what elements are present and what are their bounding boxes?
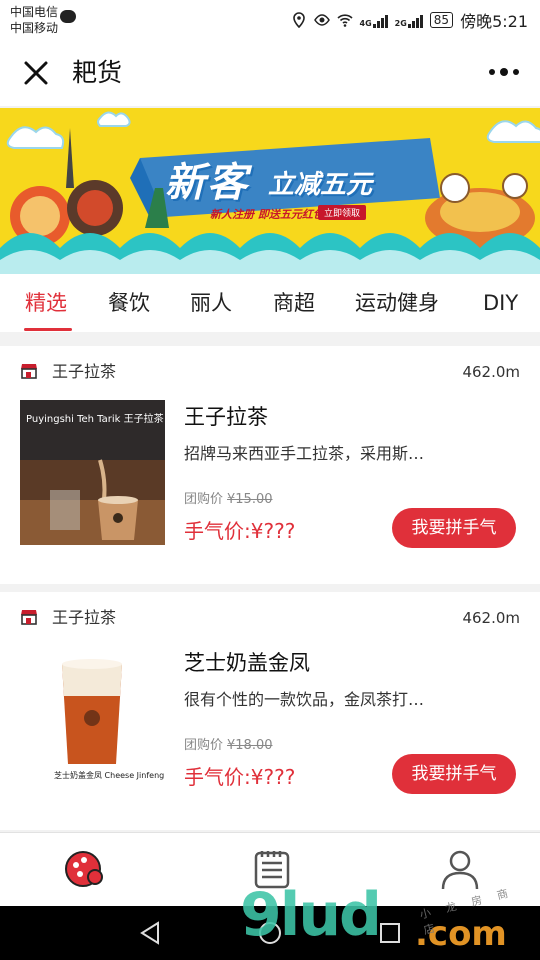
tab-fitness[interactable]: 运动健身 [355, 288, 439, 318]
group-price: ¥15.00 [227, 492, 273, 507]
signal-1-icon: 4G [360, 12, 388, 28]
banner-promo-text: 新人注册 即送五元红包 [210, 208, 324, 221]
lucky-price-label: 手气价: [184, 519, 251, 543]
signal-2-icon: 2G [395, 12, 423, 28]
recents-icon[interactable] [378, 921, 402, 945]
banner-subheadline: 立减五元 [268, 170, 373, 200]
item-name: 王子拉茶 [184, 405, 268, 429]
shop-row: 王子拉茶 462.0m [20, 606, 520, 630]
item-description: 很有个性的一款饮品，金凤茶打… [184, 690, 425, 709]
back-icon[interactable] [138, 921, 162, 945]
shop-name: 王子拉茶 [52, 608, 117, 627]
item-name: 芝士奶盖金凤 [184, 651, 310, 675]
page-title: 耙货 [72, 58, 123, 87]
network-2-label: 2G [394, 19, 407, 28]
group-price: ¥18.00 [227, 738, 273, 753]
tab-selected[interactable]: 精选 [25, 288, 67, 318]
more-icon[interactable] [488, 66, 520, 78]
lucky-price: ¥??? [250, 765, 296, 789]
item-description: 招牌马来西亚手工拉茶，采用斯… [184, 444, 425, 463]
tab-beauty[interactable]: 丽人 [190, 288, 232, 318]
tab-active-indicator [24, 328, 72, 331]
cheese-tea-image: 芝士奶盖金凤 Cheese Jinfeng Tea [20, 646, 165, 791]
group-price-label: 团购价 [184, 738, 224, 753]
status-bar: 中国电信 中国移动 4G 2G 85 傍晚5:21 [0, 0, 540, 40]
carrier-1: 中国电信 [10, 5, 59, 19]
banner-cta[interactable]: 立即领取 [318, 205, 367, 220]
status-icons: 4G 2G 85 傍晚5:21 [291, 8, 528, 32]
lucky-price-label: 手气价: [184, 765, 251, 789]
teh-tarik-image: Puyingshi Teh Tarik 王子拉茶 [20, 400, 165, 545]
shop-name: 王子拉茶 [52, 362, 117, 381]
category-tabs: 精选 餐饮 丽人 商超 运动健身 DIY [0, 274, 540, 332]
group-price-row: 团购价 ¥15.00 [184, 490, 273, 510]
tab-supermarket[interactable]: 商超 [273, 288, 315, 318]
lucky-price-row: 手气价:¥??? [184, 516, 295, 546]
promo-banner[interactable]: 新客 立减五元 新人注册 即送五元红包 立即领取 [0, 108, 540, 274]
clock: 傍晚5:21 [460, 12, 528, 31]
image-caption: Puyingshi Teh Tarik 王子拉茶 [26, 412, 164, 425]
group-price-row: 团购价 ¥18.00 [184, 736, 273, 756]
shop-icon [21, 610, 37, 625]
message-icon [60, 10, 76, 23]
profile-icon[interactable] [438, 847, 482, 891]
home-icon[interactable] [62, 847, 106, 891]
product-image[interactable]: 芝士奶盖金凤 Cheese Jinfeng Tea [20, 646, 165, 791]
deal-card[interactable]: 王子拉茶 462.0m Puyingshi Teh Tarik 王子拉茶 王子拉… [0, 346, 540, 584]
product-image[interactable]: Puyingshi Teh Tarik 王子拉茶 [20, 400, 165, 545]
carrier-labels: 中国电信 中国移动 [10, 4, 58, 36]
tab-diy[interactable]: DIY [483, 288, 518, 318]
shop-row: 王子拉茶 462.0m [20, 360, 520, 384]
deal-card[interactable]: 王子拉茶 462.0m 芝士奶盖金凤 Cheese Jinfeng Tea 芝士… [0, 592, 540, 830]
lucky-price-row: 手气价:¥??? [184, 762, 295, 792]
eye-icon [313, 14, 330, 26]
image-caption: 芝士奶盖金凤 Cheese Jinfeng Tea [54, 770, 165, 780]
group-price-label: 团购价 [184, 492, 224, 507]
distance: 462.0m [462, 363, 520, 381]
tab-dining[interactable]: 餐饮 [108, 288, 150, 318]
wifi-icon [336, 14, 353, 27]
distance: 462.0m [462, 609, 520, 627]
watermark-logo: 9lud [240, 880, 382, 950]
lucky-price: ¥??? [250, 519, 296, 543]
try-luck-button[interactable]: 我要拼手气 [392, 508, 516, 548]
title-bar: 耙货 [0, 40, 540, 106]
close-icon[interactable] [22, 59, 50, 87]
network-1-label: 4G [359, 19, 372, 28]
try-luck-button[interactable]: 我要拼手气 [392, 754, 516, 794]
battery-icon: 85 [429, 12, 454, 28]
location-icon [292, 12, 305, 28]
carrier-2: 中国移动 [10, 21, 59, 35]
shop-icon [21, 364, 37, 379]
banner-headline: 新客 [165, 160, 249, 206]
